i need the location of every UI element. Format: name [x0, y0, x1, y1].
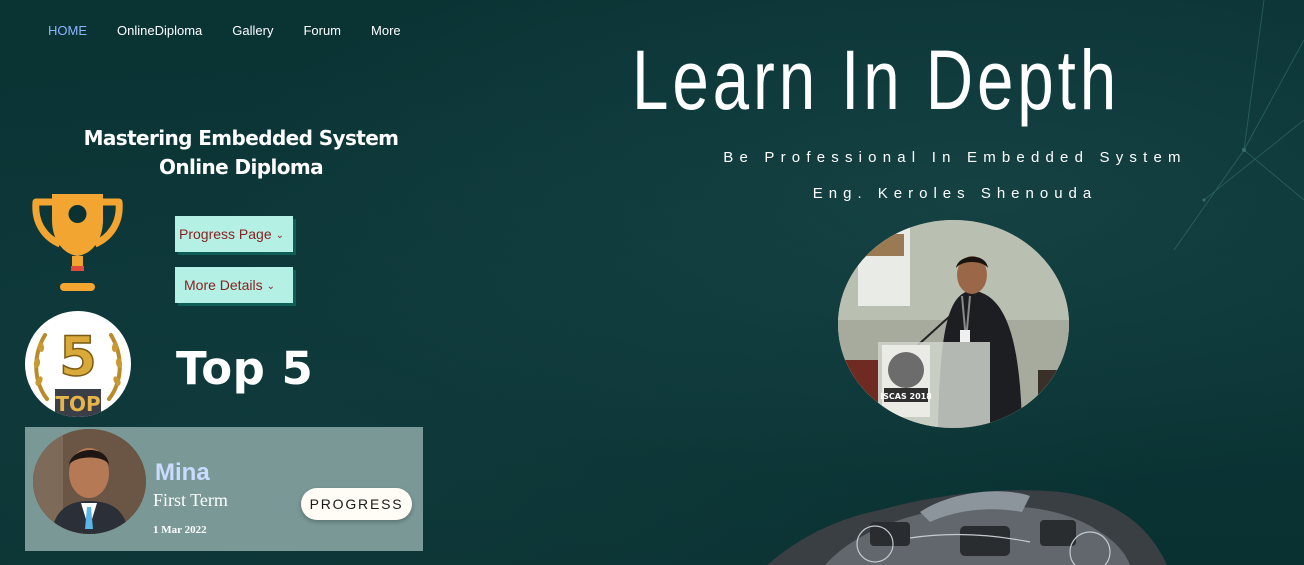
top5-badge-graphic: 5 TOP	[33, 324, 123, 417]
diploma-title: Mastering Embedded System Online Diploma	[60, 124, 422, 182]
hero-title: Learn In Depth	[632, 33, 1121, 127]
progress-button[interactable]: PROGRESS	[301, 488, 412, 520]
nav-item-home[interactable]: HOME	[48, 22, 87, 40]
student-card: Mina First Term 1 Mar 2022 PROGRESS	[25, 427, 423, 551]
chevron-down-icon: ⌄	[266, 281, 275, 292]
student-name: Mina	[155, 459, 210, 486]
badge-number: 5	[59, 325, 97, 388]
top5-heading: Top 5	[176, 342, 314, 395]
progress-page-label: Progress Page	[179, 226, 272, 242]
chevron-down-icon: ⌄	[275, 230, 284, 241]
nav-item-gallery[interactable]: Gallery	[232, 22, 273, 40]
podium-text: ISCAS 2018	[880, 392, 932, 401]
student-date: 1 Mar 2022	[153, 524, 207, 536]
progress-page-button[interactable]: Progress Page ⌄	[175, 216, 293, 252]
student-avatar	[33, 429, 146, 534]
hero-author: Eng. Keroles Shenouda	[812, 185, 1098, 202]
diploma-title-line1: Mastering Embedded System	[83, 126, 399, 150]
student-term: First Term	[153, 490, 228, 510]
car-image	[767, 490, 1167, 565]
more-details-label: More Details	[184, 277, 263, 293]
hero-subtitle: Be Professional In Embedded System	[723, 149, 1187, 166]
nav-item-online-diploma[interactable]: OnlineDiploma	[117, 22, 202, 40]
badge-text: TOP	[55, 392, 100, 416]
nav-item-forum[interactable]: Forum	[303, 22, 341, 40]
diploma-title-line2: Online Diploma	[158, 155, 324, 179]
top5-badge: 5 TOP	[25, 311, 131, 417]
nav-item-more[interactable]: More	[371, 22, 401, 40]
network-decoration	[1173, 0, 1304, 251]
main-nav: HOME OnlineDiploma Gallery Forum More	[48, 22, 431, 40]
more-details-button[interactable]: More Details ⌄	[175, 267, 293, 303]
speaker-photo: ISCAS 2018	[838, 220, 1069, 428]
trophy-icon	[32, 194, 123, 291]
